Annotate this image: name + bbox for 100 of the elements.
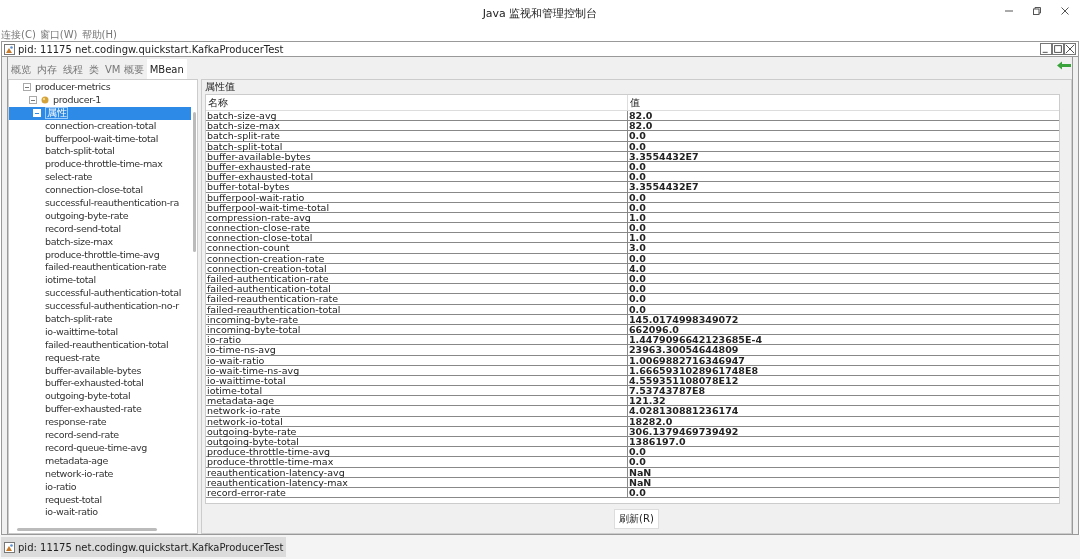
- tree-item[interactable]: batch-split-rate: [9, 313, 191, 326]
- table-cell: reauthentication-latency-max: [206, 477, 628, 487]
- table-cell-text: 0.0: [628, 294, 647, 304]
- tree-item[interactable]: failed-reauthentication-total: [9, 338, 191, 352]
- table-cell: network-io-total: [206, 416, 628, 426]
- table-cell: batch-split-total: [206, 141, 628, 151]
- tree-item[interactable]: batch-size-max: [9, 235, 191, 249]
- tree-item[interactable]: buffer-exhausted-rate: [9, 403, 191, 417]
- table-cell: incoming-byte-total: [206, 324, 628, 335]
- tree-item[interactable]: produce-throttle-time-avg: [9, 248, 191, 262]
- table-cell: outgoing-byte-total: [206, 437, 628, 447]
- close-icon[interactable]: [1060, 6, 1070, 16]
- taskbar-item[interactable]: pid: 11175 net.codingw.quickstart.KafkaProducerTest: [1, 537, 287, 557]
- collapse-icon[interactable]: [23, 83, 31, 92]
- tree-item[interactable]: bufferpool-wait-time-total: [9, 132, 191, 146]
- app-icon: [4, 541, 15, 553]
- tree-item[interactable]: producer-1: [9, 93, 191, 107]
- table-cell-text: 0.0: [628, 487, 647, 498]
- table-cell: iotime-total: [206, 386, 628, 396]
- restore-icon[interactable]: [1032, 6, 1042, 16]
- tree-item[interactable]: successful-reauthentication-ra: [9, 197, 191, 210]
- column-header[interactable]: 名称: [206, 95, 628, 110]
- table-cell-text: NaN: [628, 477, 653, 487]
- arrow-icon[interactable]: [1057, 61, 1071, 70]
- table-cell: incoming-byte-rate: [206, 314, 628, 324]
- table-cell-text: 18282.0: [628, 416, 674, 426]
- tree-item[interactable]: buffer-available-bytes: [9, 364, 191, 378]
- tree-item[interactable]: produce-throttle-time-max: [9, 158, 191, 172]
- menu-item[interactable]: 帮助(H): [81, 28, 117, 41]
- table-cell-text: 1.0069882716346947: [628, 355, 746, 365]
- table-cell-text: 0.0: [628, 304, 647, 314]
- tree-item[interactable]: connection-close-total: [9, 184, 191, 197]
- minimize-icon[interactable]: [1040, 43, 1052, 55]
- tree-item[interactable]: buffer-exhausted-total: [9, 377, 191, 391]
- table-cell: io-wait-time-ns-avg: [206, 365, 628, 375]
- table-cell: connection-count: [206, 243, 628, 253]
- tree-item[interactable]: 属性: [9, 106, 191, 120]
- tree-item[interactable]: outgoing-byte-rate: [9, 209, 191, 223]
- table-cell: produce-throttle-time-max: [206, 457, 628, 467]
- tab[interactable]: 线程: [60, 59, 86, 79]
- table-cell-text: 7.53743787E8: [628, 386, 707, 396]
- table-cell-text: 0.0: [628, 172, 647, 182]
- collapse-icon[interactable]: [29, 96, 37, 105]
- tree-item[interactable]: iotime-total: [9, 274, 191, 288]
- table-cell-text: 1386197.0: [628, 437, 687, 447]
- tree-item[interactable]: batch-split-total: [9, 145, 191, 159]
- table-cell-text: 1.0: [628, 233, 647, 243]
- refresh-button[interactable]: 刷新(R): [614, 508, 659, 529]
- tree-item[interactable]: request-total: [9, 493, 191, 507]
- table-cell: bufferpool-wait-time-total: [206, 202, 628, 212]
- tree-item[interactable]: successful-authentication-no-r: [9, 300, 191, 314]
- tree-item[interactable]: failed-reauthentication-rate: [9, 261, 191, 275]
- table-cell-text: 1.4479096642123685E-4: [628, 335, 764, 345]
- table-cell-text: 4.028130881236174: [628, 406, 740, 416]
- close-icon[interactable]: [1064, 43, 1076, 55]
- tree-item[interactable]: record-queue-time-avg: [9, 441, 191, 455]
- tree-item[interactable]: successful-authentication-total: [9, 287, 191, 301]
- tab[interactable]: 内存: [34, 59, 60, 79]
- tree-item[interactable]: network-io-rate: [9, 467, 191, 481]
- table-cell-text: 0.0: [628, 131, 647, 141]
- tree-item[interactable]: connection-creation-total: [9, 119, 191, 133]
- tree-item[interactable]: io-ratio: [9, 480, 191, 494]
- tree-item[interactable]: metadata-age: [9, 454, 191, 468]
- table-cell-text: 3.3554432E7: [628, 182, 700, 192]
- scrollbar[interactable]: [17, 528, 157, 531]
- table-cell: batch-size-avg: [206, 111, 628, 121]
- table-cell-text: 0.0: [628, 223, 647, 233]
- table-cell: io-wait-ratio: [206, 355, 628, 365]
- tree-item[interactable]: record-send-rate: [9, 429, 191, 442]
- tab[interactable]: 类: [86, 59, 102, 79]
- table-cell: connection-creation-total: [206, 263, 628, 273]
- tree-item[interactable]: outgoing-byte-total: [9, 390, 191, 404]
- tab[interactable]: VM 概要: [102, 59, 147, 79]
- table-cell-text: 0.0: [628, 192, 647, 202]
- tree-item[interactable]: response-rate: [9, 416, 191, 430]
- tree-item[interactable]: request-rate: [9, 351, 191, 365]
- tab[interactable]: 概览: [8, 59, 34, 79]
- tree-item[interactable]: select-rate: [9, 171, 191, 185]
- table-cell-text: 0.0: [628, 457, 647, 467]
- scrollbar[interactable]: [193, 112, 196, 252]
- table-cell-text: 82.0: [628, 111, 654, 121]
- table-cell: record-error-rate: [206, 487, 628, 498]
- table-cell: outgoing-byte-rate: [206, 426, 628, 436]
- tree-item[interactable]: record-send-total: [9, 222, 191, 236]
- table-cell: reauthentication-latency-avg: [206, 467, 628, 477]
- tab[interactable]: MBean: [146, 59, 187, 79]
- tree-item[interactable]: io-waittime-total: [9, 325, 191, 339]
- column-header[interactable]: 值: [628, 95, 1059, 110]
- menu-item[interactable]: 连接(C): [1, 28, 36, 41]
- table-cell: network-io-rate: [206, 406, 628, 416]
- menu-item[interactable]: 窗口(W): [39, 28, 78, 41]
- collapse-icon[interactable]: [33, 109, 41, 118]
- tree-item[interactable]: io-wait-ratio: [9, 506, 191, 520]
- maximize-icon[interactable]: [1052, 43, 1064, 55]
- tree-item[interactable]: producer-metrics: [9, 81, 191, 94]
- table-cell: connection-creation-rate: [206, 253, 628, 263]
- table-cell: bufferpool-wait-ratio: [206, 192, 628, 202]
- table-cell-text: 82.0: [628, 121, 654, 131]
- table-cell: produce-throttle-time-avg: [206, 447, 628, 457]
- table-cell-text: 306.1379469739492: [628, 426, 740, 436]
